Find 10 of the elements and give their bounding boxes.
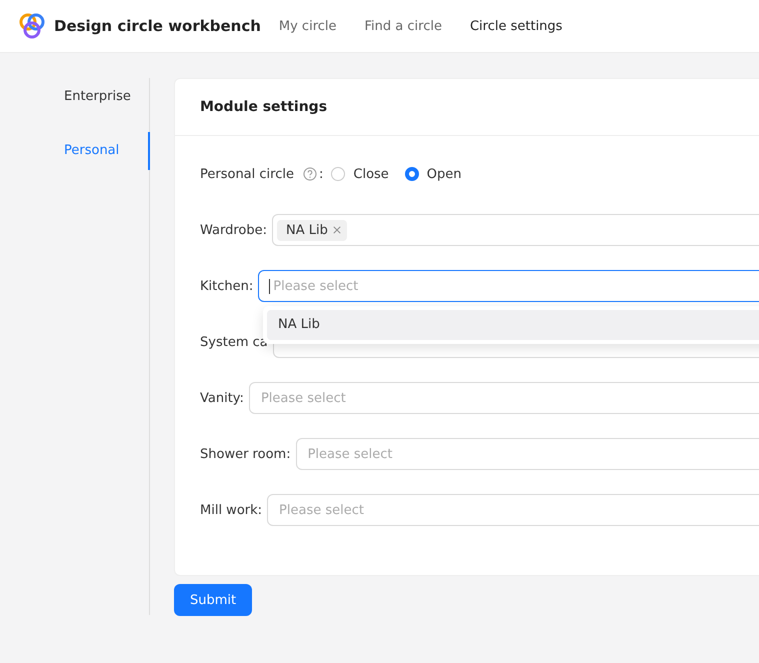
field-label: Vanity: [200, 390, 244, 406]
card-title: Module settings [200, 99, 328, 115]
selected-tag: NA Lib [277, 220, 347, 240]
field-label: Wardrobe: [200, 222, 268, 238]
label-colon: : [318, 166, 324, 182]
field-label: Mill work: [200, 502, 262, 518]
app-title: Design circle workbench [54, 17, 261, 35]
field-label: Kitchen: [200, 278, 254, 294]
field-label: Personal circle [200, 166, 294, 182]
field-label: Shower room: [200, 446, 291, 462]
